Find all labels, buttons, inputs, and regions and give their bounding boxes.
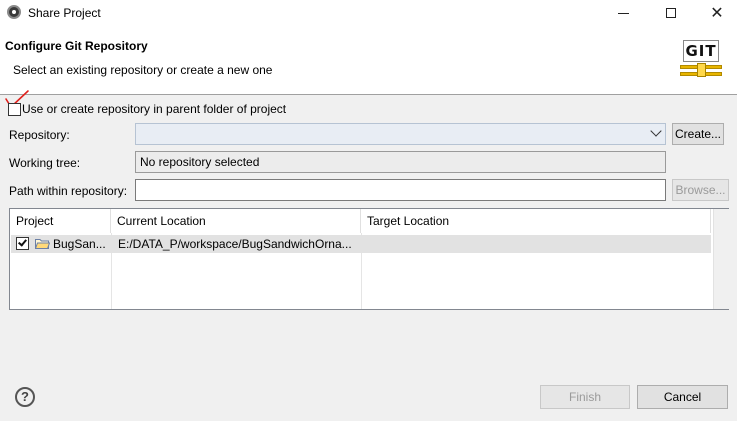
path-within-repository-label: Path within repository: — [9, 184, 128, 198]
working-tree-label: Working tree: — [9, 156, 81, 170]
close-icon: ✕ — [710, 4, 724, 22]
help-button[interactable]: ? — [15, 387, 35, 407]
path-within-repository-input[interactable] — [135, 179, 666, 201]
create-repository-button[interactable]: Create... — [672, 123, 724, 145]
wizard-header: Configure Git Repository Select an exist… — [0, 25, 737, 95]
close-button[interactable]: ✕ — [694, 0, 737, 25]
table-scrollbar[interactable] — [713, 209, 729, 309]
repository-dropdown[interactable] — [135, 123, 666, 145]
checkmark-icon — [18, 237, 27, 247]
column-header-current-location[interactable]: Current Location — [111, 209, 361, 233]
minimize-button[interactable] — [600, 0, 646, 25]
use-parent-folder-label: Use or create repository in parent folde… — [22, 102, 287, 116]
use-parent-folder-checkbox[interactable] — [8, 103, 21, 116]
column-header-project[interactable]: Project — [10, 209, 111, 233]
finish-button[interactable]: Finish — [540, 385, 630, 409]
git-logo-icon: GIT — [680, 40, 724, 80]
browse-button[interactable]: Browse... — [672, 179, 729, 201]
git-logo-knot — [697, 63, 706, 77]
table-row[interactable]: BugSan... E:/DATA_P/workspace/BugSandwic… — [11, 235, 711, 253]
title-bar: Share Project ✕ — [0, 0, 737, 25]
minimize-icon — [617, 13, 629, 14]
chevron-down-icon — [650, 125, 662, 137]
project-name-cell: BugSan... — [53, 237, 106, 251]
page-subtitle: Select an existing repository or create … — [13, 63, 273, 77]
cancel-button[interactable]: Cancel — [637, 385, 728, 409]
working-tree-field: No repository selected — [135, 151, 666, 173]
project-folder-icon — [35, 239, 50, 249]
git-logo-text: GIT — [683, 40, 719, 62]
window-title: Share Project — [28, 6, 101, 20]
project-row-checkbox[interactable] — [16, 237, 29, 250]
page-title: Configure Git Repository — [5, 39, 148, 53]
maximize-button[interactable] — [648, 0, 694, 25]
eclipse-app-icon — [7, 5, 21, 19]
project-table[interactable]: Project Current Location Target Location… — [9, 208, 729, 310]
question-icon: ? — [21, 389, 29, 404]
repository-label: Repository: — [9, 128, 70, 142]
current-location-cell: E:/DATA_P/workspace/BugSandwichOrna... — [118, 237, 352, 251]
column-header-target-location[interactable]: Target Location — [361, 209, 711, 233]
maximize-icon — [666, 7, 676, 18]
